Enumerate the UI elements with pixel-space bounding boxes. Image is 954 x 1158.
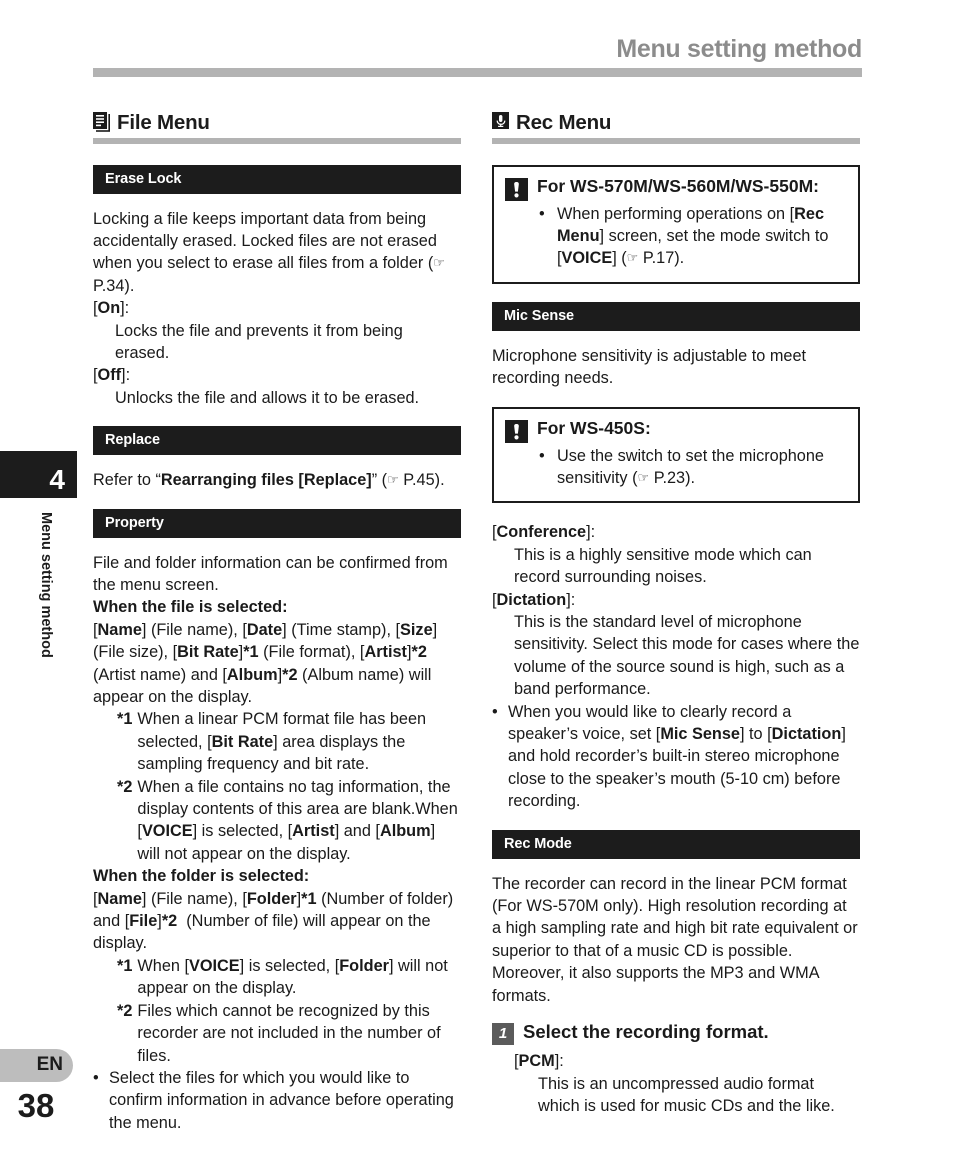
- property-folder-note-2: *2 Files which cannot be recognized by t…: [117, 1000, 461, 1067]
- step-number-badge: 1: [492, 1023, 514, 1046]
- footnote-mark: *2: [117, 777, 133, 796]
- microphone-icon: [492, 111, 510, 132]
- property-file-note-2: *2 When a file contains no tag informati…: [117, 776, 461, 866]
- caution-bullet: • Use the switch to set the microphone s…: [539, 445, 845, 490]
- caution-box-ws450s: For WS-450S: • Use the switch to set the…: [492, 406, 860, 504]
- left-column: File Menu Erase Lock Locking a file keep…: [93, 111, 461, 1134]
- file-menu-title: File Menu: [117, 111, 210, 134]
- caution-box-title: For WS-450S:: [537, 417, 651, 438]
- chapter-tab: 4: [0, 451, 77, 498]
- footnote-mark: *1: [117, 956, 133, 975]
- file-menu-divider: [93, 137, 461, 144]
- property-folder-body: [Name] (File name), [Folder]*1 (Number o…: [93, 889, 454, 953]
- erase-lock-on-label: [On]:: [93, 299, 130, 318]
- rec-menu-heading: Rec Menu: [492, 111, 860, 134]
- file-document-icon: [93, 111, 111, 132]
- dictation-label: [Dictation]:: [492, 590, 576, 609]
- pointing-hand-icon: ☞: [433, 255, 445, 271]
- bullet-icon: •: [539, 204, 545, 223]
- rec-menu-divider: [492, 137, 860, 144]
- exclamation-icon: [505, 419, 528, 443]
- step-title: Select the recording format.: [523, 1021, 769, 1043]
- section-bar-mic-sense: Mic Sense: [492, 301, 860, 331]
- caution-box-list: • Use the switch to set the microphone s…: [539, 445, 845, 490]
- footnote-text: When [VOICE] is selected, [Folder] will …: [137, 956, 448, 998]
- page-header: Menu setting method: [93, 35, 862, 64]
- pointing-hand-icon: ☞: [637, 469, 650, 485]
- language-badge: EN: [0, 1049, 73, 1082]
- erase-lock-on-desc: Locks the file and prevents it from bein…: [115, 321, 403, 362]
- mic-sense-bullet-text: When you would like to clearly record a …: [508, 702, 846, 811]
- erase-lock-off-desc: Unlocks the file and allows it to be era…: [115, 388, 420, 407]
- property-folder-heading: When the folder is selected:: [93, 867, 310, 886]
- caution-box-ws570m: For WS-570M/WS-560M/WS-550M: • When perf…: [492, 164, 860, 284]
- caution-box-header: For WS-570M/WS-560M/WS-550M:: [505, 175, 845, 201]
- conference-desc: This is a highly sensitive mode which ca…: [514, 545, 812, 587]
- section-bar-rec-mode: Rec Mode: [492, 829, 860, 859]
- caution-bullet-text: Use the switch to set the microphone sen…: [557, 446, 824, 487]
- section-bar-erase-lock: Erase Lock: [93, 164, 461, 194]
- pointing-hand-icon: ☞: [387, 472, 399, 488]
- pcm-label: [PCM]:: [514, 1052, 564, 1071]
- bullet-icon: •: [539, 446, 545, 465]
- rec-mode-step-1: 1 Select the recording format.: [492, 1021, 860, 1046]
- section-bar-property: Property: [93, 508, 461, 538]
- erase-lock-paragraph: Locking a file keeps important data from…: [93, 209, 445, 295]
- mic-sense-bullet: • When you would like to clearly record …: [492, 701, 860, 813]
- footnote-text: When a linear PCM format file has been s…: [137, 710, 427, 774]
- conference-label: [Conference]:: [492, 523, 596, 542]
- property-file-note-1: *1 When a linear PCM format file has bee…: [117, 708, 461, 775]
- property-bullet-text: Select the files for which you would lik…: [109, 1068, 454, 1132]
- footnote-mark: *1: [117, 710, 133, 729]
- replace-refer-text: Refer to “Rearranging files [Replace]” (…: [93, 471, 445, 490]
- chapter-number: 4: [49, 464, 65, 495]
- caution-bullet-text: When performing operations on [Rec Menu]…: [557, 204, 829, 268]
- footnote-text: When a file contains no tag information,…: [137, 777, 458, 863]
- property-intro: File and folder information can be confi…: [93, 553, 448, 594]
- footnote-mark: *2: [117, 1001, 133, 1020]
- language-badge-label: EN: [36, 1054, 63, 1075]
- property-bullet: • Select the files for which you would l…: [93, 1067, 461, 1134]
- rec-menu-title: Rec Menu: [516, 111, 612, 134]
- dictation-desc: This is the standard level of microphone…: [514, 612, 860, 699]
- page-number: 38: [17, 1087, 55, 1124]
- mic-sense-intro: Microphone sensitivity is adjustable to …: [492, 346, 807, 388]
- chapter-title-vertical: Menu setting method: [38, 512, 54, 658]
- pointing-hand-icon: ☞: [626, 250, 639, 266]
- bullet-icon: •: [93, 1068, 99, 1087]
- caution-bullet: • When performing operations on [Rec Men…: [539, 203, 845, 270]
- bullet-icon: •: [492, 702, 498, 721]
- erase-lock-off-label: [Off]:: [93, 366, 131, 385]
- header-divider: [93, 68, 862, 77]
- right-column: Rec Menu For WS-570M/WS-560M/WS-550M: • …: [492, 111, 860, 1117]
- caution-box-title: For WS-570M/WS-560M/WS-550M:: [537, 175, 819, 196]
- section-bar-replace: Replace: [93, 426, 461, 456]
- exclamation-icon: [505, 177, 528, 201]
- page-title: Menu setting method: [616, 35, 862, 63]
- property-folder-note-1: *1 When [VOICE] is selected, [Folder] wi…: [117, 955, 461, 1000]
- caution-box-list: • When performing operations on [Rec Men…: [539, 203, 845, 270]
- caution-box-header: For WS-450S:: [505, 417, 845, 443]
- footnote-text: Files which cannot be recognized by this…: [137, 1001, 441, 1065]
- pcm-desc: This is an uncompressed audio format whi…: [538, 1074, 835, 1116]
- property-file-heading: When the file is selected:: [93, 598, 288, 617]
- file-menu-heading: File Menu: [93, 111, 461, 134]
- rec-mode-intro: The recorder can record in the linear PC…: [492, 874, 858, 1005]
- property-file-body: [Name] (File name), [Date] (Time stamp),…: [93, 620, 438, 707]
